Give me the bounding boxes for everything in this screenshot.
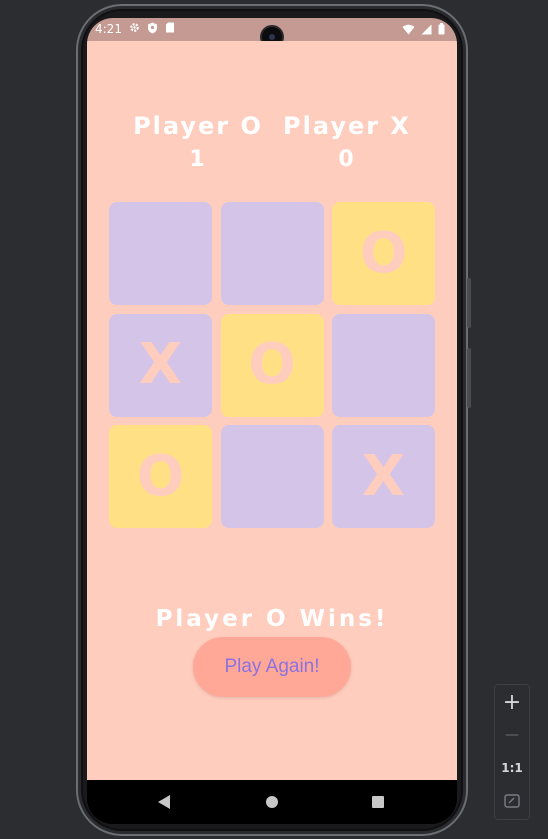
board-cell[interactable] [220,202,324,305]
play-again-button[interactable]: Play Again! [193,637,351,697]
gear-icon [129,22,140,33]
board-cell[interactable]: O [220,313,324,417]
signal-icon [421,24,432,38]
board-cell[interactable] [220,425,324,528]
x-mark: X [138,332,183,397]
status-time: 4:21 [95,22,122,36]
game-board: OXOOX [109,202,435,528]
home-icon[interactable] [266,796,278,808]
player-o-label: Player O [133,112,263,140]
volume-button [467,348,471,408]
player-o-score: 1 [189,147,207,172]
wifi-icon [402,24,415,38]
player-x-label: Player X [283,112,411,140]
o-mark: O [359,220,408,286]
player-o-score-panel: Player O 1 [123,111,273,172]
board-cell[interactable]: O [332,202,435,305]
fit-screen-icon[interactable] [495,786,529,816]
power-button [467,278,471,328]
board-cell[interactable]: X [109,313,212,417]
emulator-zoom-panel: + — 1:1 [494,684,530,820]
zoom-out-button[interactable]: — [495,720,529,750]
board-cell[interactable]: O [109,425,212,528]
player-x-score: 0 [338,147,356,172]
zoom-in-button[interactable]: + [495,687,529,717]
battery-icon [438,23,445,38]
result-text: Player O Wins! [155,606,389,632]
sd-card-icon [165,22,176,33]
recent-apps-icon[interactable] [372,796,384,808]
back-icon[interactable] [158,795,170,809]
status-bar: 4:21 [87,18,457,47]
board-cell[interactable] [332,313,435,417]
player-x-score-panel: Player X 0 [272,111,422,172]
navigation-bar [87,780,457,824]
actual-size-button[interactable]: 1:1 [495,753,529,783]
tic-tac-toe-app: Player O 1 Player X 0 OXOOX Player O Win… [87,41,457,780]
o-mark: O [248,332,296,397]
x-mark: X [361,443,406,509]
board-cell[interactable]: X [332,425,435,528]
device-screen: 4:21 Player O 1 Player X 0 O X O O X Pla… [87,18,457,824]
board-cell[interactable] [109,202,212,305]
shield-icon [147,22,158,34]
o-mark: O [136,443,185,509]
